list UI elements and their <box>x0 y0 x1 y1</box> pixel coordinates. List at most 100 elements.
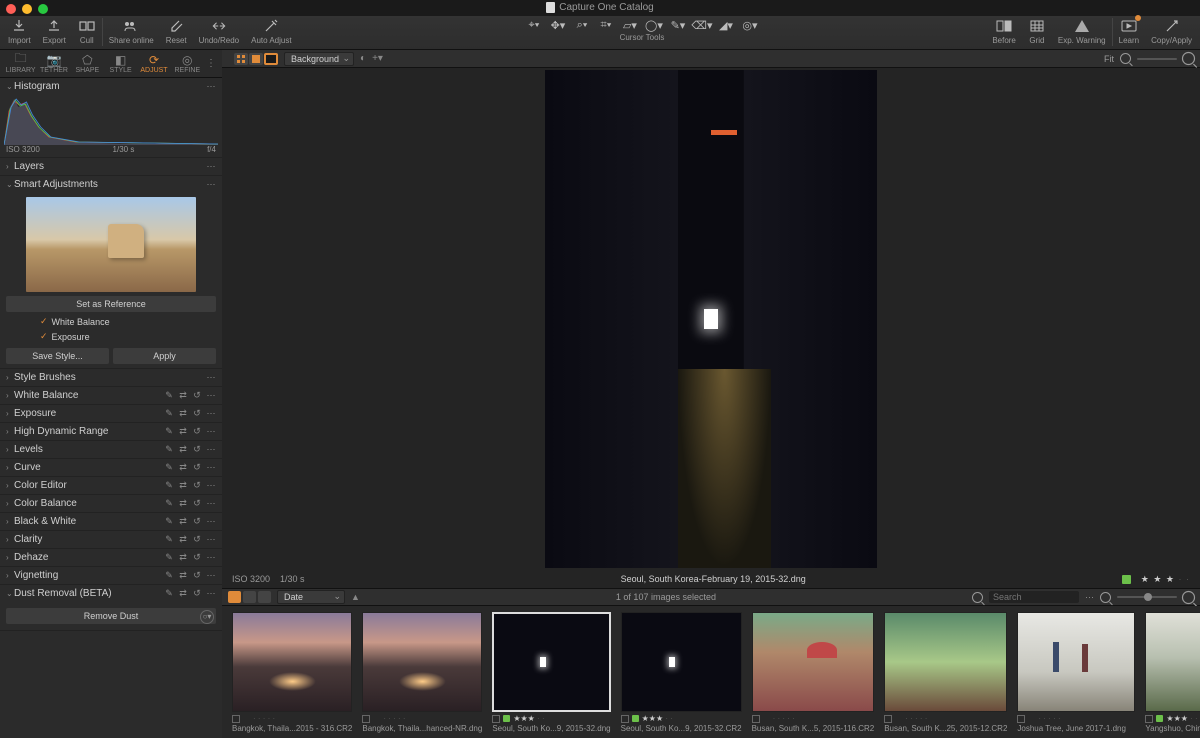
pick-box[interactable] <box>1017 715 1025 723</box>
close-window[interactable] <box>6 4 16 14</box>
color-tag-green[interactable] <box>1122 575 1131 584</box>
sort-direction-icon[interactable]: ▲ <box>351 592 360 602</box>
zoom-out-icon[interactable] <box>1100 592 1111 603</box>
cull-button[interactable]: Cull <box>78 18 96 45</box>
view-primary[interactable] <box>249 53 263 65</box>
more-icon[interactable]: ⋯ <box>206 81 216 92</box>
thumbnail[interactable]: · · · · ·Bangkok, Thaila...hanced-NR.dng <box>362 612 482 736</box>
grid-button[interactable]: Grid <box>1028 18 1046 45</box>
layer-opacity-icon[interactable]: ◐ <box>360 53 366 64</box>
thumb-size-slider[interactable] <box>1117 596 1177 598</box>
tool-header-vignetting[interactable]: ›Vignetting✎⇄↺⋯ <box>0 567 222 584</box>
tool-header-stylebrushes[interactable]: ›Style Brushes⋯ <box>0 369 222 386</box>
pick-box[interactable] <box>232 715 240 723</box>
tool-header-whitebalance[interactable]: ›White Balance✎⇄↺⋯ <box>0 387 222 404</box>
thumbnail[interactable]: · · · · ·Bangkok, Thaila...2015 - 316.CR… <box>232 612 352 736</box>
more-icon[interactable]: ⋯ <box>206 179 216 190</box>
thumbnail[interactable]: · · · · ·Joshua Tree, June 2017-1.dng <box>1017 612 1135 736</box>
pick-box[interactable] <box>621 715 629 723</box>
tab-more[interactable]: ⋮ <box>204 58 218 69</box>
keystone-tool[interactable]: ▱▾ <box>622 18 638 32</box>
pointer-tool[interactable]: ⌖▾ <box>526 18 542 32</box>
thumbnail[interactable]: · · · · ·Busan, South K...5, 2015-116.CR… <box>752 612 875 736</box>
zoom-fit[interactable]: Fit <box>1104 54 1114 64</box>
color-tag[interactable] <box>895 715 902 722</box>
thumbnail[interactable]: ★★★ · ·Seoul, South Ko...9, 2015-32.dng <box>492 612 610 736</box>
sort-dropdown[interactable]: Date <box>277 590 345 604</box>
star-rating[interactable]: ★★★ · · <box>1166 714 1197 723</box>
tool-header-colorbalance[interactable]: ›Color Balance✎⇄↺⋯ <box>0 495 222 512</box>
browser-grid-view[interactable] <box>228 591 241 603</box>
minimize-window[interactable] <box>22 4 32 14</box>
auto-icon[interactable]: ✎ <box>164 390 174 401</box>
brush-tool[interactable]: ✎▾ <box>670 18 686 32</box>
star-rating[interactable]: · · · · · <box>905 714 927 723</box>
star-rating[interactable]: ★ ★ ★ · · <box>1141 574 1190 585</box>
pick-box[interactable] <box>752 715 760 723</box>
pick-box[interactable] <box>1145 715 1153 723</box>
star-rating[interactable]: · · · · · <box>1038 714 1060 723</box>
export-button[interactable]: Export <box>43 18 66 45</box>
zoom-slider[interactable] <box>1137 58 1177 60</box>
tab-refine[interactable]: ◎REFINE <box>171 53 204 75</box>
star-rating[interactable]: · · · · · <box>773 714 795 723</box>
add-layer-icon[interactable]: +▾ <box>372 53 383 64</box>
tool-header-levels[interactable]: ›Levels✎⇄↺⋯ <box>0 441 222 458</box>
browser-list-view[interactable] <box>258 591 271 603</box>
learn-button[interactable]: Learn <box>1119 18 1139 45</box>
tool-header-hdr[interactable]: ›High Dynamic Range✎⇄↺⋯ <box>0 423 222 440</box>
radial-tool[interactable]: ◎▾ <box>742 18 758 32</box>
tool-header-coloreditor[interactable]: ›Color Editor✎⇄↺⋯ <box>0 477 222 494</box>
reset-button[interactable]: Reset <box>166 18 187 45</box>
tool-header-dust[interactable]: ⌄ Dust Removal (BETA) ✎⇄↺⋯ <box>0 585 222 602</box>
browser-film-view[interactable] <box>243 591 256 603</box>
tab-library[interactable]: 🗀LIBRARY <box>4 53 37 75</box>
reset-icon[interactable]: ↺ <box>192 390 202 401</box>
star-rating[interactable]: · · · · · <box>253 714 275 723</box>
pick-box[interactable] <box>884 715 892 723</box>
autoadjust-button[interactable]: Auto Adjust <box>251 18 291 45</box>
remove-dust-button[interactable]: Remove Dust <box>6 608 216 624</box>
zoom-search-icon[interactable] <box>1120 53 1131 64</box>
star-rating[interactable]: · · · · · <box>383 714 405 723</box>
tool-header-curve[interactable]: ›Curve✎⇄↺⋯ <box>0 459 222 476</box>
tab-style[interactable]: ◧STYLE <box>104 53 137 75</box>
browser-search-input[interactable] <box>989 591 1079 603</box>
tool-header-dehaze[interactable]: ›Dehaze✎⇄↺⋯ <box>0 549 222 566</box>
color-tag[interactable] <box>1028 715 1035 722</box>
tab-tether[interactable]: 📷TETHER <box>37 53 70 75</box>
tab-shape[interactable]: ⬠SHAPE <box>71 53 104 75</box>
more-icon[interactable]: ⋯ <box>206 390 216 401</box>
zoom-window[interactable] <box>38 4 48 14</box>
color-tag[interactable] <box>1156 715 1163 722</box>
tool-header-bw[interactable]: ›Black & White✎⇄↺⋯ <box>0 513 222 530</box>
thumbnail[interactable]: ★★★ · ·Seoul, South Ko...9, 2015-32.CR2 <box>621 612 742 736</box>
more-icon[interactable]: ⋯ <box>206 161 216 172</box>
thumbnail[interactable]: · · · · ·Busan, South K...25, 2015-12.CR… <box>884 612 1007 736</box>
thumbnail[interactable]: ★★★ · ·Yangshuo, Chin...1, 2015-135.dng <box>1145 612 1200 736</box>
dust-options-icon[interactable]: ○▾ <box>200 610 214 624</box>
expwarn-button[interactable]: Exp. Warning <box>1058 18 1106 45</box>
erase-tool[interactable]: ⌫▾ <box>694 18 710 32</box>
copyapply-button[interactable]: Copy/Apply <box>1151 18 1192 45</box>
view-single[interactable] <box>264 53 278 65</box>
star-rating[interactable]: ★★★ · · <box>642 714 673 723</box>
save-style-button[interactable]: Save Style... <box>6 348 109 364</box>
pick-box[interactable] <box>492 715 500 723</box>
copy-icon[interactable]: ⇄ <box>178 390 188 401</box>
more-icon[interactable]: ⋯ <box>206 372 216 383</box>
set-reference-button[interactable]: Set as Reference <box>6 296 216 312</box>
tool-header-layers[interactable]: › Layers ⋯ <box>0 158 222 175</box>
check-exposure[interactable]: ✓Exposure <box>6 329 216 344</box>
zoom-tool[interactable]: ⌕▾ <box>574 18 590 32</box>
tool-header-histogram[interactable]: ⌄ Histogram ⋯ <box>0 78 222 95</box>
viewer-image[interactable] <box>545 70 877 568</box>
share-button[interactable]: Share online <box>109 18 154 45</box>
layer-dropdown[interactable]: Background <box>284 52 354 66</box>
gradient-tool[interactable]: ◢▾ <box>718 18 734 32</box>
star-rating[interactable]: ★★★ · · <box>513 714 544 723</box>
import-button[interactable]: Import <box>8 18 31 45</box>
color-tag[interactable] <box>503 715 510 722</box>
zoom-search-icon-2[interactable] <box>1182 52 1195 65</box>
crop-tool[interactable]: ⌗▾ <box>598 18 614 32</box>
